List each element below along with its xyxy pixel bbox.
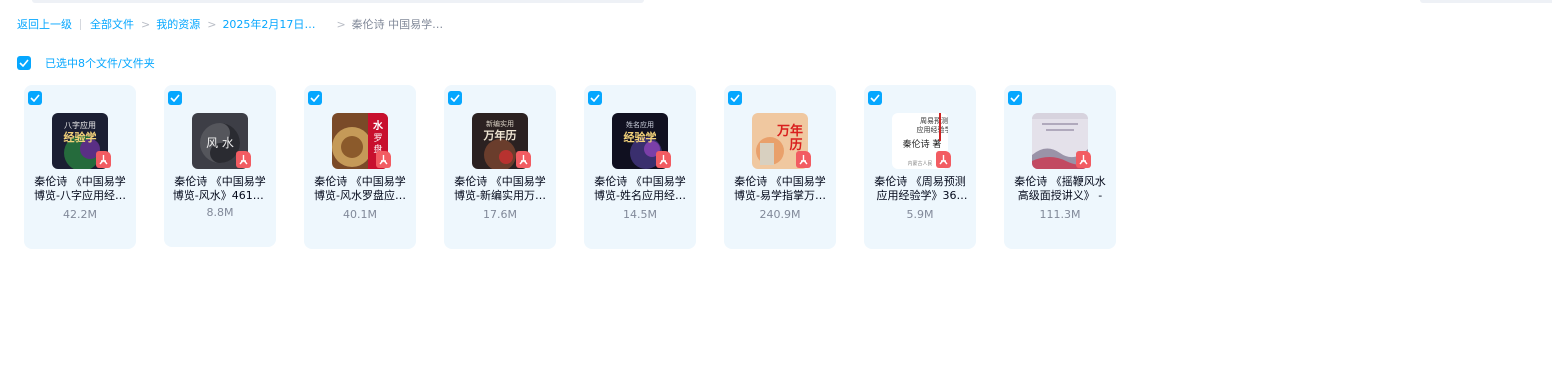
- file-card[interactable]: 万年 历 秦伦诗 《中国易学博览-易学指掌万年历》 240.9M: [724, 85, 836, 249]
- svg-text:风 水: 风 水: [206, 136, 234, 150]
- file-name: 秦伦诗 《中国易学博览-姓名应用经验学》: [594, 175, 686, 202]
- check-icon: [450, 94, 460, 102]
- breadcrumb-all-files[interactable]: 全部文件: [90, 16, 134, 32]
- check-icon: [30, 94, 40, 102]
- top-toolbar-edge: [32, 0, 644, 3]
- file-card[interactable]: 新编实用 万年历 秦伦诗 《中国易学博览-新编实用万年历》 17.6M: [444, 85, 556, 249]
- breadcrumb-current-folder: 秦伦诗 中国易学博览: [351, 18, 454, 31]
- svg-text:应用经验学: 应用经验学: [917, 125, 949, 134]
- check-icon: [590, 94, 600, 102]
- file-size: 8.8M: [206, 206, 234, 219]
- select-all-row: 已选中8个文件/文件夹: [17, 56, 155, 70]
- breadcrumb-date-folder[interactable]: 2025年2月17日课程更新: [222, 16, 324, 32]
- pdf-icon: [516, 151, 531, 168]
- file-checkbox[interactable]: [868, 91, 882, 105]
- svg-text:罗: 罗: [373, 133, 382, 144]
- file-card[interactable]: 水 罗 盘 秦伦诗 《中国易学博览-风水罗盘应用经验学》 40.1M: [304, 85, 416, 249]
- pdf-icon: [656, 151, 671, 168]
- pdf-icon: [1076, 151, 1091, 168]
- svg-text:周易预测: 周易预测: [920, 116, 948, 125]
- file-checkbox[interactable]: [308, 91, 322, 105]
- svg-text:八字应用: 八字应用: [64, 120, 96, 130]
- check-icon: [1010, 94, 1020, 102]
- svg-text:经验学: 经验学: [64, 130, 97, 144]
- breadcrumb-separator-icon: >: [141, 17, 151, 31]
- file-size: 14.5M: [623, 208, 657, 221]
- file-size: 240.9M: [759, 208, 801, 221]
- file-size: 17.6M: [483, 208, 517, 221]
- file-size: 111.3M: [1039, 208, 1081, 221]
- file-name: 秦伦诗 《中国易学博览-风水》461页.pdf: [172, 175, 268, 202]
- file-name: 秦伦诗 《中国易学博览-八字应用经验学》: [34, 175, 126, 202]
- pdf-icon: [236, 151, 251, 168]
- file-size: 40.1M: [343, 208, 377, 221]
- check-icon: [730, 94, 740, 102]
- svg-text:万年: 万年: [776, 123, 803, 139]
- pdf-icon: [96, 151, 111, 168]
- file-name: 秦伦诗 《中国易学博览-新编实用万年历》: [454, 175, 546, 202]
- top-right-control-edge: [1420, 0, 1552, 3]
- breadcrumb-divider: [80, 18, 81, 30]
- pdf-icon: [936, 151, 951, 168]
- file-checkbox[interactable]: [1008, 91, 1022, 105]
- select-all-checkbox[interactable]: [17, 56, 31, 70]
- breadcrumb-separator-icon: >: [207, 17, 217, 31]
- file-checkbox[interactable]: [28, 91, 42, 105]
- file-checkbox[interactable]: [168, 91, 182, 105]
- file-name: 秦伦诗 《周易预测应用经验学》361页.pdf: [874, 175, 966, 202]
- file-size: 5.9M: [906, 208, 934, 221]
- file-card[interactable]: 姓名应用 经验学 秦伦诗 《中国易学博览-姓名应用经验学》 14.5M: [584, 85, 696, 249]
- file-size: 42.2M: [63, 208, 97, 221]
- svg-text:水: 水: [372, 119, 384, 132]
- breadcrumb-my-resources[interactable]: 我的资源: [156, 16, 200, 32]
- svg-text:秦伦诗 著: 秦伦诗 著: [903, 138, 942, 150]
- check-icon: [310, 94, 320, 102]
- check-icon: [170, 94, 180, 102]
- file-checkbox[interactable]: [448, 91, 462, 105]
- file-card[interactable]: 秦伦诗 《摇鞭风水高级面授讲义》 - 111.3M: [1004, 85, 1116, 249]
- svg-text:内蒙古人民: 内蒙古人民: [907, 160, 932, 167]
- file-card[interactable]: 风 水 秦伦诗 《中国易学博览-风水》461页.pdf 8.8M: [164, 85, 276, 247]
- back-link[interactable]: 返回上一级: [17, 16, 72, 32]
- svg-text:姓名应用: 姓名应用: [626, 120, 654, 129]
- file-name: 秦伦诗 《中国易学博览-风水罗盘应用经验学》: [314, 175, 406, 202]
- svg-text:万年历: 万年历: [483, 128, 517, 142]
- pdf-icon: [376, 151, 391, 168]
- file-name: 秦伦诗 《中国易学博览-易学指掌万年历》: [734, 175, 826, 202]
- svg-text:新编实用: 新编实用: [486, 119, 514, 128]
- pdf-icon: [796, 151, 811, 168]
- breadcrumb: 返回上一级 全部文件 > 我的资源 > 2025年2月17日课程更新 > 秦伦诗…: [17, 16, 454, 32]
- file-grid: 八字应用 经验学 秦伦诗 《中国易学博览-八字应用经验学》 42.2M 风 水 …: [24, 85, 1144, 249]
- file-card[interactable]: 八字应用 经验学 秦伦诗 《中国易学博览-八字应用经验学》 42.2M: [24, 85, 136, 249]
- file-checkbox[interactable]: [728, 91, 742, 105]
- breadcrumb-separator-icon: >: [336, 17, 346, 31]
- selection-count-label: 已选中8个文件/文件夹: [45, 57, 155, 70]
- svg-text:经验学: 经验学: [624, 130, 657, 144]
- check-icon: [19, 59, 29, 67]
- file-name: 秦伦诗 《摇鞭风水高级面授讲义》 -: [1014, 175, 1106, 202]
- file-checkbox[interactable]: [588, 91, 602, 105]
- check-icon: [870, 94, 880, 102]
- file-card[interactable]: 周易预测 应用经验学 秦伦诗 著 内蒙古人民 秦伦诗 《周易预测应用经验学》36…: [864, 85, 976, 249]
